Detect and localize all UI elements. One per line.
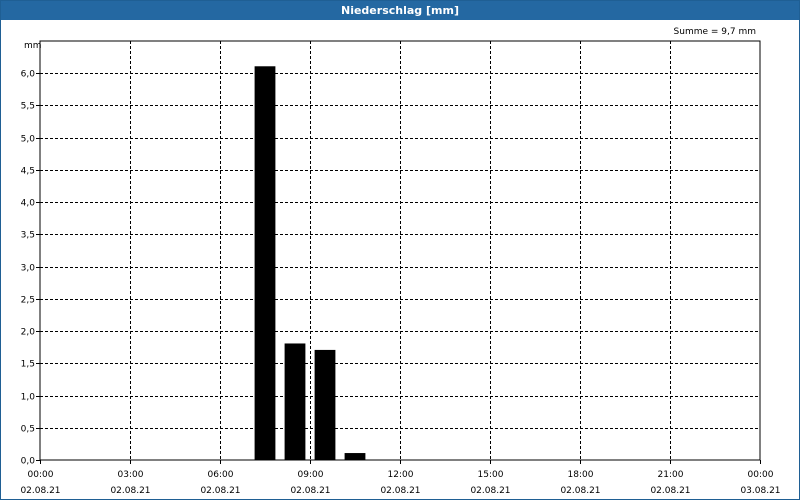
x-tick-date-label: 02.08.21: [110, 486, 150, 496]
y-tick-label: 0,0: [21, 457, 36, 467]
x-tick-time-label: 15:00: [478, 470, 504, 480]
x-tick-time-label: 18:00: [568, 470, 594, 480]
x-tick-date-label: 02.08.21: [650, 486, 690, 496]
sum-label: Summe = 9,7 mm: [674, 27, 756, 37]
x-tick-time-label: 00:00: [28, 470, 54, 480]
y-tick-label: 0,5: [21, 425, 35, 435]
precipitation-chart: 0,00,51,01,52,02,53,03,54,04,55,05,56,0 …: [20, 27, 781, 496]
x-tick-date-label: 02.08.21: [560, 486, 600, 496]
y-tick-label: 3,0: [21, 264, 36, 274]
x-tick-time-label: 03:00: [118, 470, 144, 480]
y-tick-label: 1,5: [21, 360, 35, 370]
precipitation-bar: [344, 453, 366, 461]
x-tick-date-label: 02.08.21: [200, 486, 240, 496]
y-tick-label: 4,0: [21, 199, 36, 209]
x-tick-time-label: 06:00: [208, 470, 234, 480]
x-tick-time-label: 12:00: [388, 470, 414, 480]
grid-lines: [40, 41, 760, 460]
x-tick-time-label: 00:00: [748, 470, 774, 480]
precipitation-bar: [254, 66, 276, 461]
y-tick-label: 3,5: [21, 231, 35, 241]
precipitation-bar: [284, 343, 306, 461]
x-tick-date-label: 02.08.21: [380, 486, 420, 496]
y-tick-label: 2,5: [21, 296, 35, 306]
y-tick-label: 1,0: [21, 393, 36, 403]
y-tick-label: 5,5: [21, 102, 35, 112]
y-tick-label: 6,0: [21, 70, 36, 80]
y-axis-ticks: 0,0 0,5 1,0 1,5 2,0 2,5 3,0 3,5 4,0 4,5 5,0 5,5 6,0: [21, 70, 40, 467]
x-tick-date-label: 03.08.21: [740, 486, 780, 496]
x-tick-date-label: 02.08.21: [20, 486, 60, 496]
x-tick-time-label: 09:00: [298, 470, 324, 480]
x-tick-date-label: 02.08.21: [470, 486, 510, 496]
y-tick-label: 4,5: [21, 167, 35, 177]
x-tick-time-label: 21:00: [658, 470, 684, 480]
x-axis-ticks: 00:00 02.08.21 03:00 02.08.21 06:00 02.08.21 0…: [20, 460, 781, 496]
y-tick-label: 2,0: [21, 328, 36, 338]
y-axis-unit-label: mm: [24, 41, 42, 51]
y-tick-label: 5,0: [21, 135, 36, 145]
precipitation-bar: [314, 349, 336, 461]
x-tick-date-label: 02.08.21: [290, 486, 330, 496]
